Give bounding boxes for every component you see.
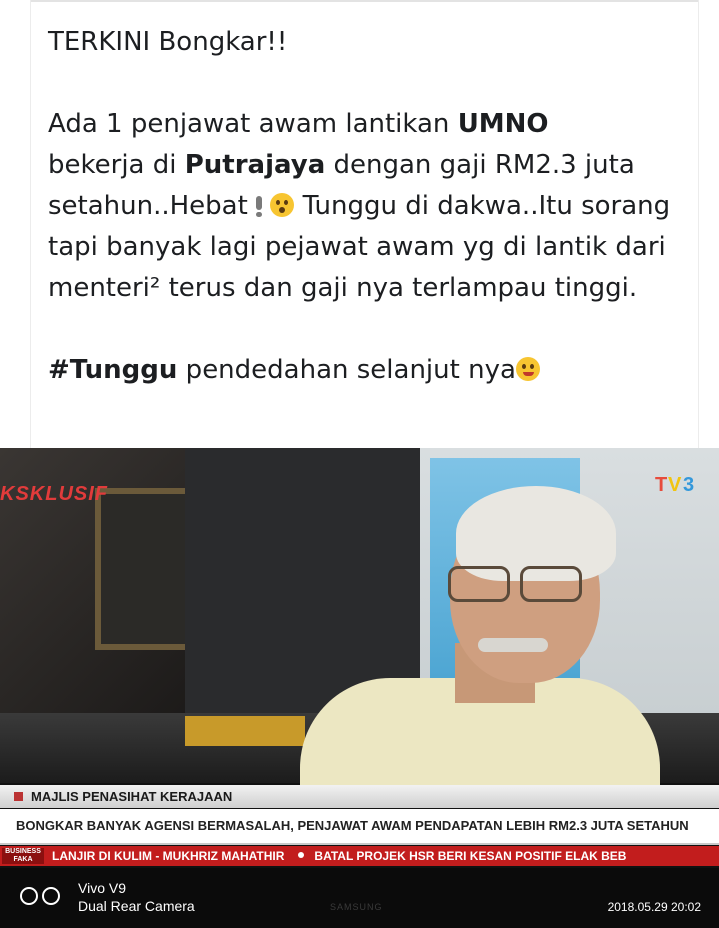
exclamation-icon <box>256 196 263 217</box>
post-text-panel: TERKINI Bongkar!! Ada 1 penjawat awam la… <box>0 0 719 448</box>
tv3-logo: TV3 <box>655 474 695 496</box>
para1-mid-text: bekerja di <box>48 150 185 180</box>
umno-text: UMNO <box>457 109 549 139</box>
dual-camera-icon <box>20 885 66 907</box>
glasses <box>448 566 588 602</box>
post-paragraph-2: #Tunggu pendedahan selanjut nya <box>48 350 688 391</box>
ticker-box: BUSINESS FAKA <box>2 848 44 864</box>
post-body: TERKINI Bongkar!! Ada 1 penjawat awam la… <box>48 22 688 391</box>
winking-face-icon <box>515 357 540 381</box>
watermark-timestamp: 2018.05.29 20:02 <box>607 900 701 914</box>
para2-text: pendedahan selanjut nya <box>177 355 516 385</box>
watermark-device: Vivo V9 <box>78 880 126 896</box>
news-ticker: LANJIR DI KULIM - MUKHRIZ MAHATHIR BATAL … <box>52 849 626 863</box>
lower-third-text: MAJLIS PENASIHAT KERAJAAN <box>31 789 233 804</box>
tv-brand: SAMSUNG <box>330 902 383 912</box>
lower-third-label: MAJLIS PENASIHAT KERAJAAN <box>14 789 232 804</box>
segment-label: KSKLUSIF <box>0 483 108 505</box>
hashtag-link[interactable]: #Tunggu <box>48 355 177 385</box>
hushed-face-icon <box>270 193 295 217</box>
post-paragraph-1: Ada 1 penjawat awam lantikan UMNO bekerj… <box>48 104 688 309</box>
watermark-camera: Dual Rear Camera <box>78 898 195 914</box>
tv-photo[interactable]: KSKLUSIF TV3 MAJLIS PENASIHAT KERAJAAN B… <box>0 448 719 928</box>
ticker-separator-icon <box>298 852 305 858</box>
right-border <box>698 0 699 448</box>
label-square-icon <box>14 792 23 801</box>
picture-frame <box>95 488 192 650</box>
ticker-item: LANJIR DI KULIM - MUKHRIZ MAHATHIR <box>52 849 285 863</box>
left-border <box>30 0 31 448</box>
ticker-item: BATAL PROJEK HSR BERI KESAN POSITIF ELAK… <box>314 849 627 863</box>
top-divider <box>30 0 699 2</box>
para1-pre-text: Ada 1 penjawat awam lantikan <box>48 109 458 139</box>
post-title: TERKINI Bongkar!! <box>48 27 288 57</box>
mustache <box>478 638 548 652</box>
news-headline: BONGKAR BANYAK AGENSI BERMASALAH, PENJAW… <box>16 818 689 833</box>
putrajaya-text: Putrajaya <box>184 150 326 180</box>
desk-shelf <box>185 716 305 746</box>
